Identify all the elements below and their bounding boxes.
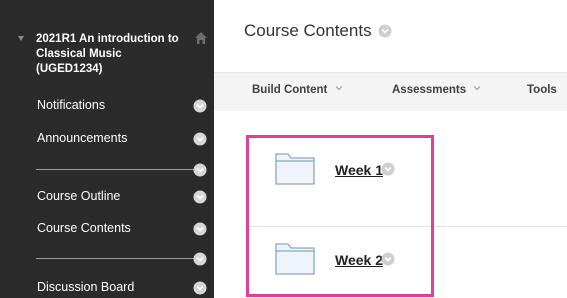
divider-line (36, 258, 196, 259)
week-1-link[interactable]: Week 1 (335, 162, 383, 178)
chevron-down-icon[interactable] (193, 281, 207, 295)
sidebar-item-label: Course Contents (37, 221, 131, 235)
chevron-down-icon[interactable] (193, 252, 207, 266)
main-content: Course Contents Build Content Assessment… (214, 0, 567, 298)
sidebar-item-label: Announcements (37, 131, 128, 145)
chevron-down-icon[interactable] (193, 222, 207, 236)
list-item-week-2: Week 2 (274, 240, 434, 280)
chevron-down-icon[interactable] (193, 99, 207, 113)
course-title[interactable]: 2021R1 An introduction to Classical Musi… (36, 32, 188, 77)
home-icon[interactable] (194, 31, 208, 45)
page-title-row: Course Contents (244, 21, 392, 45)
chevron-down-icon (473, 86, 481, 91)
chevron-down-icon[interactable] (193, 163, 207, 177)
sidebar-item-label: Notifications (37, 98, 106, 112)
sidebar-item-label: Course Outline (37, 189, 121, 203)
sidebar-divider (36, 251, 207, 267)
build-content-label: Build Content (252, 84, 328, 96)
chevron-down-icon[interactable] (381, 252, 395, 266)
sidebar-item-notifications[interactable]: Notifications (0, 96, 214, 116)
assessments-menu[interactable]: Assessments (392, 84, 481, 96)
chevron-down-icon[interactable] (381, 162, 395, 176)
sidebar-item-label: Discussion Board (37, 280, 135, 294)
row-separator (244, 226, 567, 227)
sidebar-item-course-contents[interactable]: Course Contents (0, 219, 214, 239)
chevron-down-icon[interactable] (193, 132, 207, 146)
sidebar-item-course-outline[interactable]: Course Outline (0, 187, 214, 207)
chevron-down-icon (335, 86, 342, 91)
chevron-down-icon[interactable] (193, 190, 207, 204)
page-title: Course Contents (244, 21, 372, 40)
collapse-arrow-icon[interactable] (18, 36, 24, 41)
list-item-week-1: Week 1 (274, 150, 434, 190)
folder-icon (275, 153, 315, 185)
tools-label: Tools (527, 84, 557, 96)
course-menu-sidebar: 2021R1 An introduction to Classical Musi… (0, 0, 214, 298)
action-toolbar: Build Content Assessments Tools (214, 72, 567, 112)
divider-line (36, 169, 196, 170)
course-page: 2021R1 An introduction to Classical Musi… (0, 0, 567, 298)
sidebar-item-announcements[interactable]: Announcements (0, 129, 214, 149)
tools-menu[interactable]: Tools (527, 84, 557, 96)
chevron-down-icon[interactable] (378, 24, 392, 38)
sidebar-divider (36, 162, 207, 178)
assessments-label: Assessments (392, 84, 467, 96)
course-header: 2021R1 An introduction to Classical Musi… (0, 30, 214, 90)
sidebar-item-discussion-board[interactable]: Discussion Board (0, 278, 214, 298)
build-content-menu[interactable]: Build Content (252, 84, 343, 96)
folder-icon (275, 243, 315, 275)
week-2-link[interactable]: Week 2 (335, 252, 383, 268)
